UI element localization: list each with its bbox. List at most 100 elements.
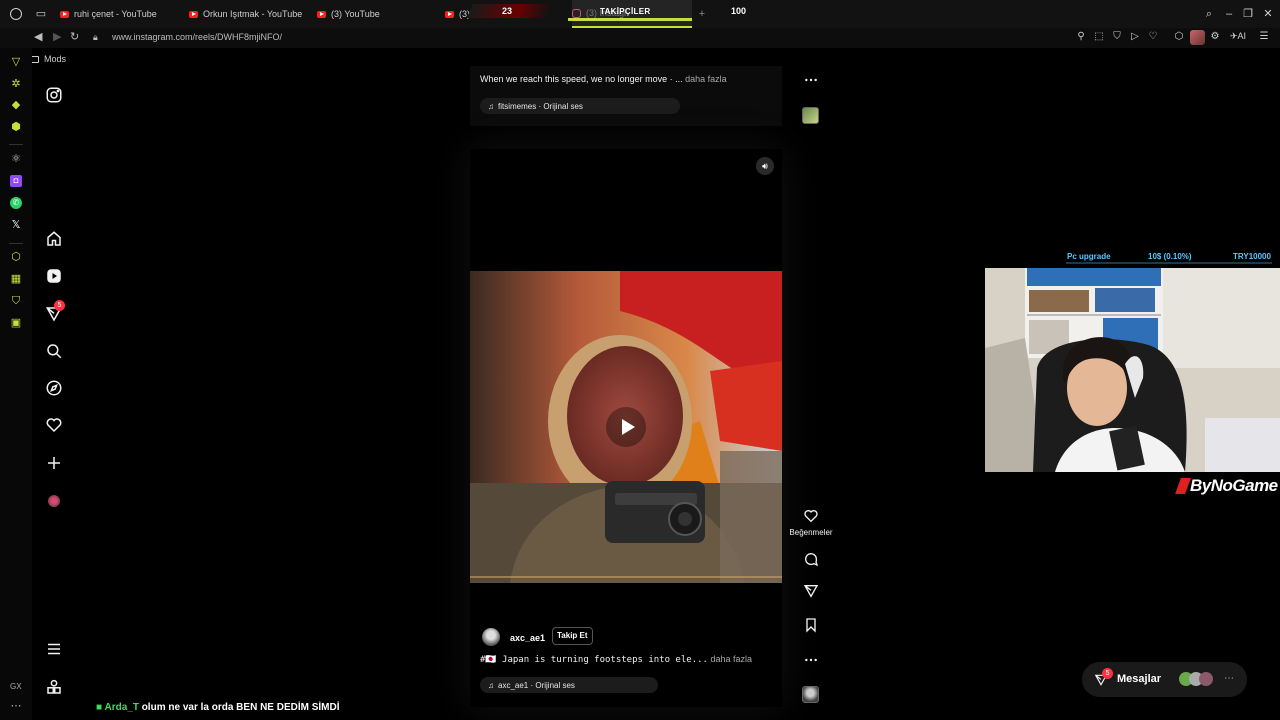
chat-text: olum ne var la orda BEN NE DEDİM SİMDİ: [141, 702, 340, 713]
back-icon[interactable]: ◀: [34, 30, 42, 43]
gx-corner-icon[interactable]: ✲: [10, 78, 22, 90]
followers-progress-bar: [568, 18, 692, 21]
reels-icon[interactable]: [44, 266, 64, 286]
stream-counter-left: 23: [502, 6, 513, 16]
more-options-icon[interactable]: [802, 651, 820, 669]
search-tabs-icon[interactable]: ⌕: [1203, 8, 1215, 20]
instagram-logo-icon[interactable]: [44, 85, 64, 105]
username-link[interactable]: axc_ae1: [510, 633, 545, 643]
snapshot-icon[interactable]: ⬚: [1093, 31, 1105, 42]
share-button[interactable]: [802, 582, 820, 600]
channel-logo: ByNoGame: [1175, 476, 1278, 496]
extension-icon[interactable]: ⬡: [1173, 31, 1185, 42]
sidebar-divider: [9, 144, 23, 145]
more-icon: ⋯: [1224, 673, 1234, 684]
follow-button[interactable]: Takip Et: [552, 627, 593, 645]
profile-avatar[interactable]: [1190, 30, 1205, 45]
youtube-icon: [445, 10, 454, 18]
browser-tab-bar: ▭ ruhi çenet - YouTube Orkun Işıtmak - Y…: [0, 0, 1280, 28]
goal-progress: 10$ (0.10%): [1148, 252, 1192, 261]
twitch-icon[interactable]: ◘: [10, 175, 22, 187]
menu-icon[interactable]: ☰: [1258, 31, 1270, 42]
play-icon[interactable]: ▷: [1129, 31, 1141, 42]
tab-orkun-isitmak[interactable]: Orkun Işıtmak - YouTube: [189, 0, 314, 28]
instagram-icon: [572, 8, 581, 18]
bookmark-mods[interactable]: Mods: [44, 54, 66, 64]
goal-target: TRY10000: [1233, 252, 1271, 261]
webcam-feed: [985, 268, 1280, 472]
audio-thumbnail[interactable]: [802, 107, 819, 124]
gx-grid-icon[interactable]: ▦: [10, 273, 22, 285]
like-button[interactable]: [802, 507, 820, 525]
x-twitter-icon[interactable]: 𝕏: [10, 219, 22, 231]
reel-card-previous: When we reach this speed, we no longer m…: [470, 66, 782, 126]
notification-badge: 5: [54, 300, 65, 311]
bookmarks-bar: Mods: [30, 52, 66, 66]
forward-icon[interactable]: ▶: [53, 30, 61, 43]
mute-button[interactable]: 🔊︎: [756, 157, 774, 175]
user-avatar[interactable]: [482, 628, 500, 646]
also-from-meta-icon[interactable]: [44, 677, 64, 697]
more-menu-icon[interactable]: [44, 639, 64, 659]
create-icon[interactable]: [44, 453, 64, 473]
audio-link[interactable]: ♫ fitsimemes · Orijinal ses: [480, 98, 680, 114]
play-button[interactable]: [606, 407, 646, 447]
workspaces-icon[interactable]: ▭: [35, 8, 47, 20]
more-icon[interactable]: ⋯: [10, 700, 22, 712]
likes-label[interactable]: Beğenmeler: [788, 528, 834, 537]
notifications-heart-icon[interactable]: [44, 415, 64, 435]
audio-thumbnail[interactable]: [802, 686, 819, 703]
url-field[interactable]: www.instagram.com/reels/DWHF8mjiNFO/: [112, 32, 282, 42]
address-bar: ◀ ▶ ↻ 🔒︎ www.instagram.com/reels/DWHF8mj…: [0, 28, 1280, 48]
more-link[interactable]: daha fazla: [710, 654, 752, 664]
followers-title: TAKİPÇİLER: [600, 7, 651, 16]
close-icon[interactable]: ✕: [1262, 8, 1274, 20]
youtube-icon: [317, 10, 326, 18]
gx-cleaner-icon[interactable]: ⬢: [10, 121, 22, 133]
reel-caption: #🇯🇵 Japan is turning footsteps into ele.…: [480, 654, 753, 665]
gx-store-icon[interactable]: ◆: [10, 99, 22, 111]
shield-icon[interactable]: ⛉: [1111, 31, 1123, 42]
opera-logo-icon[interactable]: [10, 8, 22, 20]
gx-settings-icon[interactable]: ▣: [10, 317, 22, 329]
youtube-icon: [189, 10, 198, 18]
comment-button[interactable]: [802, 550, 820, 568]
vpn-icon[interactable]: ⚙: [1209, 31, 1221, 42]
goal-bar: [1066, 262, 1272, 264]
save-button[interactable]: [802, 616, 820, 634]
restore-icon[interactable]: ❐: [1242, 8, 1254, 20]
minimize-icon[interactable]: –: [1223, 8, 1235, 20]
reload-icon[interactable]: ↻: [70, 30, 79, 43]
gx-hex-icon[interactable]: ⬡: [10, 251, 22, 263]
tab-ruhi-cenet[interactable]: ruhi çenet - YouTube: [60, 0, 185, 28]
gx-control-icon[interactable]: ▽: [10, 56, 22, 68]
reel-video[interactable]: [470, 271, 782, 583]
heart-icon[interactable]: ♡: [1147, 31, 1159, 42]
music-note-icon: ♫: [488, 680, 494, 690]
gx-shield-icon[interactable]: ⛉: [10, 295, 22, 307]
ai-icon[interactable]: ✈AI: [1228, 31, 1248, 42]
reel-card-current: 🔊︎ axc_ae1 Takip Et #🇯🇵 Japan is turning…: [470, 149, 782, 707]
speaker-icon: 🔊︎: [762, 160, 768, 171]
gx-label: GX: [10, 682, 22, 691]
new-tab-icon[interactable]: +: [696, 8, 708, 20]
bookmark-icon[interactable]: ⚲: [1075, 31, 1087, 42]
chatgpt-icon[interactable]: ⚛: [10, 153, 22, 165]
bynogame-logo-icon: [1175, 478, 1191, 494]
messages-badge: 5: [1102, 668, 1113, 679]
messages-button[interactable]: 5 Mesajlar ⋯: [1082, 662, 1247, 697]
stream-chat-message: ■ Arda_T olum ne var la orda BEN NE DEDİ…: [96, 702, 340, 713]
audio-link[interactable]: ♫ axc_ae1 · Orijinal ses: [480, 677, 658, 693]
messages-label: Mesajlar: [1117, 673, 1162, 685]
search-icon[interactable]: [44, 341, 64, 361]
profile-icon[interactable]: [44, 491, 64, 511]
stream-counter-right: 100: [731, 6, 747, 16]
more-options-icon[interactable]: [802, 71, 820, 89]
tab-youtube[interactable]: (3) YouTube: [317, 0, 437, 28]
more-link[interactable]: daha fazla: [685, 74, 727, 84]
whatsapp-icon[interactable]: ✆: [10, 197, 22, 209]
direct-icon[interactable]: 5: [44, 300, 65, 324]
avatar: [1199, 672, 1213, 686]
explore-icon[interactable]: [44, 378, 64, 398]
home-icon[interactable]: [44, 229, 64, 249]
